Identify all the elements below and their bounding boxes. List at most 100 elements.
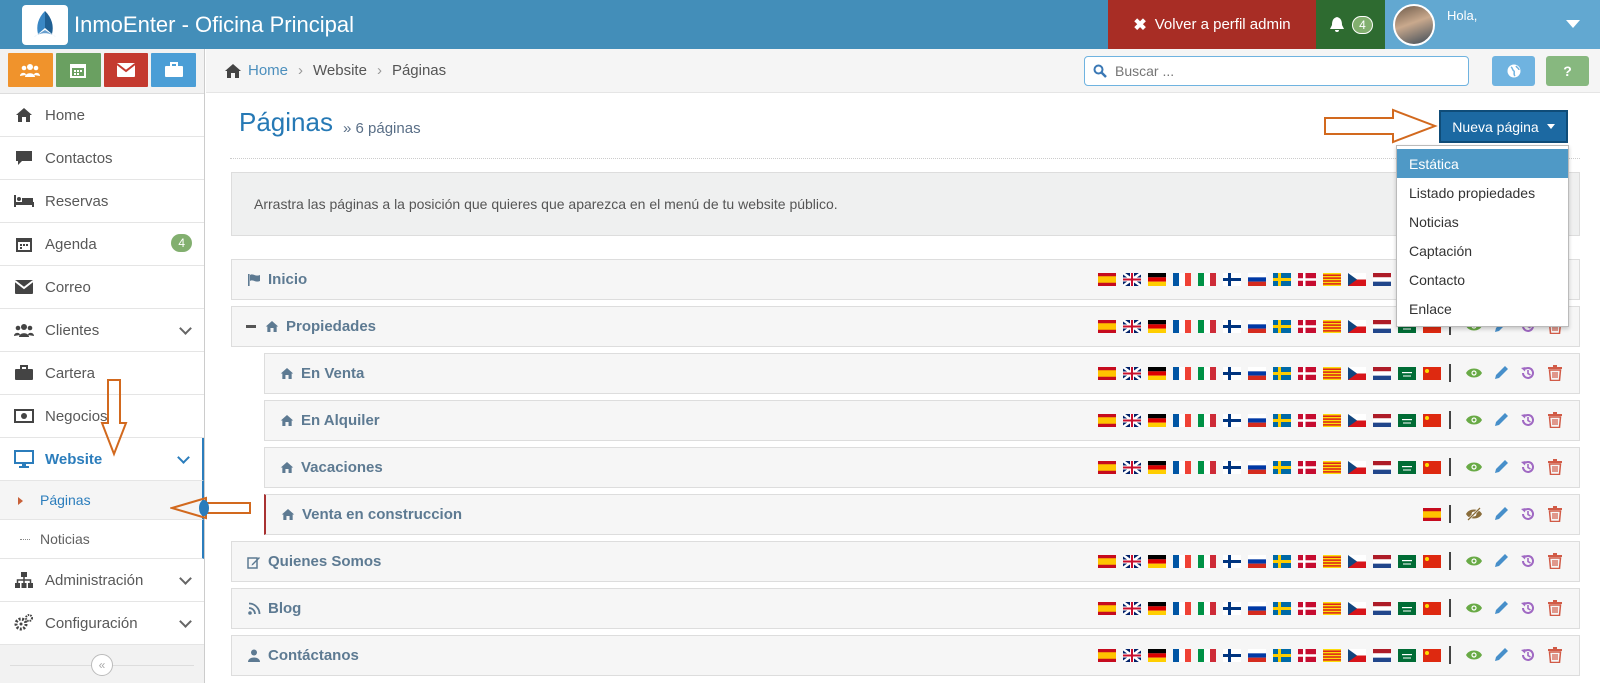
flag-cz-icon[interactable] (1348, 461, 1366, 474)
sidebar-subitem-noticias[interactable]: Noticias (0, 520, 204, 559)
flag-de-icon[interactable] (1148, 555, 1166, 568)
help-button[interactable]: ? (1546, 56, 1589, 86)
public-website-button[interactable] (1492, 56, 1535, 86)
page-row[interactable]: Propiedades (231, 306, 1580, 347)
flag-cn-icon[interactable] (1423, 555, 1441, 568)
flag-se-icon[interactable] (1273, 367, 1291, 380)
page-row-label[interactable]: Inicio (268, 271, 307, 288)
flag-de-icon[interactable] (1148, 602, 1166, 615)
new-page-button[interactable]: Nueva página (1439, 110, 1568, 143)
flag-fr-icon[interactable] (1173, 273, 1191, 286)
page-row[interactable]: Venta en construccion (264, 494, 1580, 535)
menu-item-listado-propiedades[interactable]: Listado propiedades (1397, 178, 1568, 207)
sidebar-item-configuracion[interactable]: Configuración (0, 602, 204, 645)
flag-ca-icon[interactable] (1323, 273, 1341, 286)
page-row-label[interactable]: Blog (268, 600, 301, 617)
flag-gb-icon[interactable] (1123, 602, 1141, 615)
flag-de-icon[interactable] (1148, 461, 1166, 474)
flag-cn-icon[interactable] (1423, 367, 1441, 380)
flag-gb-icon[interactable] (1123, 649, 1141, 662)
flag-es-icon[interactable] (1098, 367, 1116, 380)
flag-es-icon[interactable] (1098, 414, 1116, 427)
shortcut-mail-button[interactable] (103, 53, 149, 87)
eye-icon[interactable] (1465, 458, 1483, 476)
pencil-icon[interactable] (1492, 646, 1510, 664)
flag-gb-icon[interactable] (1123, 273, 1141, 286)
pencil-icon[interactable] (1492, 552, 1510, 570)
menu-item-enlace[interactable]: Enlace (1397, 294, 1568, 323)
flag-se-icon[interactable] (1273, 555, 1291, 568)
flag-de-icon[interactable] (1148, 320, 1166, 333)
flag-es-icon[interactable] (1098, 320, 1116, 333)
flag-fr-icon[interactable] (1173, 602, 1191, 615)
trash-icon[interactable] (1546, 411, 1564, 429)
flag-cz-icon[interactable] (1348, 649, 1366, 662)
page-row-label[interactable]: Quienes Somos (268, 553, 381, 570)
flag-ru-icon[interactable] (1248, 461, 1266, 474)
flag-cn-icon[interactable] (1423, 414, 1441, 427)
page-row-label[interactable]: En Venta (301, 365, 364, 382)
sidebar-item-reservas[interactable]: Reservas (0, 180, 204, 223)
flag-gb-icon[interactable] (1123, 414, 1141, 427)
trash-icon[interactable] (1546, 552, 1564, 570)
flag-fr-icon[interactable] (1173, 367, 1191, 380)
flag-it-icon[interactable] (1198, 649, 1216, 662)
flag-cz-icon[interactable] (1348, 414, 1366, 427)
history-icon[interactable] (1519, 505, 1537, 523)
flag-es-icon[interactable] (1098, 273, 1116, 286)
trash-icon[interactable] (1546, 364, 1564, 382)
eye-icon[interactable] (1465, 364, 1483, 382)
flag-dk-icon[interactable] (1298, 461, 1316, 474)
flag-dk-icon[interactable] (1298, 602, 1316, 615)
flag-es-icon[interactable] (1098, 555, 1116, 568)
flag-fr-icon[interactable] (1173, 414, 1191, 427)
sidebar-item-correo[interactable]: Correo (0, 266, 204, 309)
pencil-icon[interactable] (1492, 458, 1510, 476)
flag-it-icon[interactable] (1198, 367, 1216, 380)
history-icon[interactable] (1519, 552, 1537, 570)
flag-ca-icon[interactable] (1323, 602, 1341, 615)
flag-fi-icon[interactable] (1223, 602, 1241, 615)
flag-sa-icon[interactable] (1398, 461, 1416, 474)
page-row[interactable]: Vacaciones (264, 447, 1580, 488)
flag-ru-icon[interactable] (1248, 414, 1266, 427)
breadcrumb-home-link[interactable]: Home (248, 62, 288, 79)
breadcrumb-website-link[interactable]: Website (313, 62, 367, 79)
history-icon[interactable] (1519, 599, 1537, 617)
flag-nl-icon[interactable] (1373, 414, 1391, 427)
flag-dk-icon[interactable] (1298, 367, 1316, 380)
page-row-label[interactable]: Venta en construccion (302, 506, 462, 523)
page-row[interactable]: Contáctanos (231, 635, 1580, 676)
flag-cz-icon[interactable] (1348, 367, 1366, 380)
page-row-label[interactable]: En Alquiler (301, 412, 380, 429)
flag-ca-icon[interactable] (1323, 320, 1341, 333)
history-icon[interactable] (1519, 646, 1537, 664)
flag-nl-icon[interactable] (1373, 367, 1391, 380)
eye-icon[interactable] (1465, 646, 1483, 664)
flag-dk-icon[interactable] (1298, 649, 1316, 662)
page-row-label[interactable]: Vacaciones (301, 459, 383, 476)
sidebar-collapse-button[interactable]: « (91, 654, 113, 676)
flag-it-icon[interactable] (1198, 273, 1216, 286)
flag-dk-icon[interactable] (1298, 414, 1316, 427)
eye-icon[interactable] (1465, 411, 1483, 429)
flag-fi-icon[interactable] (1223, 273, 1241, 286)
eye-slash-icon[interactable] (1465, 505, 1483, 523)
page-row[interactable]: Blog (231, 588, 1580, 629)
flag-es-icon[interactable] (1098, 602, 1116, 615)
flag-nl-icon[interactable] (1373, 649, 1391, 662)
flag-it-icon[interactable] (1198, 414, 1216, 427)
menu-item-estatica[interactable]: Estática (1397, 149, 1568, 178)
flag-se-icon[interactable] (1273, 461, 1291, 474)
flag-it-icon[interactable] (1198, 555, 1216, 568)
flag-dk-icon[interactable] (1298, 320, 1316, 333)
flag-nl-icon[interactable] (1373, 461, 1391, 474)
history-icon[interactable] (1519, 364, 1537, 382)
flag-gb-icon[interactable] (1123, 461, 1141, 474)
flag-gb-icon[interactable] (1123, 320, 1141, 333)
flag-es-icon[interactable] (1098, 461, 1116, 474)
sidebar-item-administracion[interactable]: Administración (0, 559, 204, 602)
flag-es-icon[interactable] (1423, 508, 1441, 521)
flag-se-icon[interactable] (1273, 414, 1291, 427)
flag-es-icon[interactable] (1098, 649, 1116, 662)
